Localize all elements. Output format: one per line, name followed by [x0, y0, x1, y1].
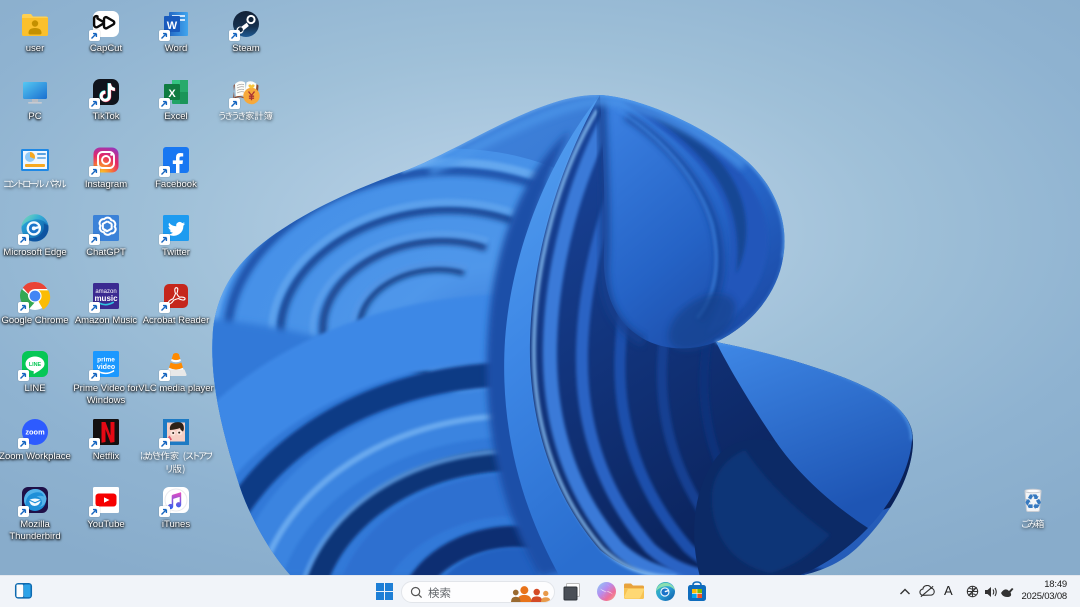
svg-text:prime: prime [97, 357, 115, 364]
svg-text:LINE: LINE [29, 362, 42, 368]
svg-text:zoom: zoom [25, 428, 45, 437]
